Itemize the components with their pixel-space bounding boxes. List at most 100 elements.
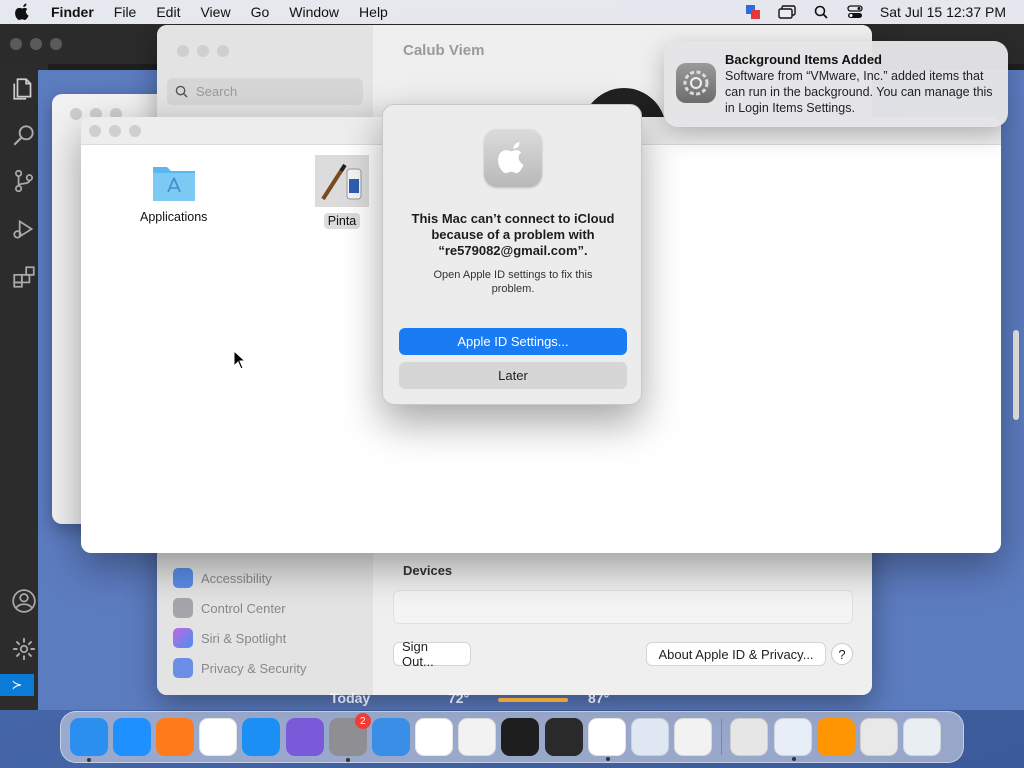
gear-icon	[676, 63, 716, 103]
window-title: Calub Viem	[403, 42, 485, 59]
help-button[interactable]: ?	[831, 643, 853, 665]
notification-banner[interactable]: Background Items Added Software from “VM…	[664, 41, 1008, 127]
menu-go[interactable]: Go	[251, 4, 270, 20]
notification-badge: 2	[354, 713, 371, 729]
low-temp: 72°	[448, 690, 470, 706]
menu-help[interactable]: Help	[359, 4, 388, 20]
chrome-icon[interactable]	[199, 718, 238, 756]
devices-list	[393, 590, 853, 624]
spotlight-search-icon[interactable]	[812, 4, 830, 20]
menubar-clock[interactable]: Sat Jul 15 12:37 PM	[880, 4, 1006, 20]
console-icon[interactable]	[544, 718, 583, 756]
zoom-button[interactable]	[217, 45, 229, 57]
sidebar-item-privacy-security[interactable]: Privacy & Security	[173, 658, 306, 678]
icloud-alert-dialog: This Mac can’t connect to iCloud because…	[382, 104, 642, 405]
vscode-icon[interactable]	[587, 718, 626, 761]
accessibility-icon	[173, 568, 193, 588]
control-center-icon[interactable]	[846, 4, 864, 20]
zoom-button[interactable]	[50, 38, 62, 50]
sidebar-item-siri-spotlight[interactable]: Siri & Spotlight	[173, 628, 286, 648]
apple-menu-icon[interactable]	[15, 1, 37, 23]
sidebar-item-label: Accessibility	[201, 570, 272, 586]
search-field[interactable]: Search	[167, 78, 363, 105]
vmware-status-icon[interactable]	[744, 4, 762, 20]
source-control-icon[interactable]	[11, 168, 37, 194]
running-indicator	[345, 758, 350, 762]
minimize-button[interactable]	[197, 45, 209, 57]
extensions-icon[interactable]	[11, 264, 37, 290]
weather-icon[interactable]	[371, 718, 410, 756]
sidebar-item-label: Siri & Spotlight	[201, 630, 287, 646]
file-label: Pinta	[323, 213, 361, 229]
high-temp: 87°	[588, 690, 610, 706]
close-button[interactable]	[89, 125, 101, 137]
books-icon[interactable]	[816, 718, 855, 756]
menu-window[interactable]: Window	[289, 4, 339, 20]
file-pinta[interactable]: Pinta	[315, 155, 369, 229]
alert-message: Open Apple ID settings to fix this probl…	[433, 269, 593, 295]
terminal-icon[interactable]	[501, 718, 540, 756]
screen-mirroring-icon[interactable]	[778, 4, 796, 20]
notification-body: Software from “VMware, Inc.” added items…	[725, 69, 993, 115]
devices-heading: Devices	[403, 563, 453, 578]
search-icon[interactable]	[11, 122, 37, 148]
finder-traffic-lights	[89, 125, 141, 137]
firefox-icon[interactable]	[155, 718, 194, 756]
file-label: Applications	[140, 210, 208, 224]
apple-id-settings-button[interactable]: Apple ID Settings...	[399, 328, 627, 355]
about-apple-id-button[interactable]: About Apple ID & Privacy...	[646, 642, 826, 666]
close-button[interactable]	[177, 45, 189, 57]
minimize-button[interactable]	[30, 38, 42, 50]
sidebar-item-control-center[interactable]: Control Center	[173, 598, 286, 618]
account-icon[interactable]	[11, 588, 37, 614]
scrollbar[interactable]	[1013, 330, 1019, 420]
apple-logo-icon	[484, 129, 542, 187]
textedit-icon[interactable]	[458, 718, 497, 756]
running-indicator	[791, 757, 796, 761]
trash-icon[interactable]	[903, 718, 942, 756]
search-placeholder: Search	[196, 84, 238, 99]
menubar-status-area: Sat Jul 15 12:37 PM	[744, 0, 1006, 24]
preview-icon[interactable]	[631, 718, 670, 756]
later-button[interactable]: Later	[399, 362, 627, 389]
dock: 2	[60, 711, 964, 763]
remote-indicator[interactable]: ≻	[0, 674, 34, 696]
safari-icon[interactable]	[112, 718, 151, 756]
menu-file[interactable]: File	[114, 4, 137, 20]
pinta-app-icon	[315, 155, 369, 207]
running-indicator	[86, 758, 91, 762]
purple-app-icon[interactable]	[285, 718, 324, 756]
manage-gear-icon[interactable]	[11, 636, 37, 662]
sidebar-item-label: Privacy & Security	[201, 660, 307, 676]
mouse-cursor-icon	[233, 350, 247, 370]
finder-icon[interactable]	[69, 718, 108, 762]
sidebar-item-accessibility[interactable]: Accessibility	[173, 568, 272, 588]
close-button[interactable]	[10, 38, 22, 50]
sign-out-button[interactable]: Sign Out...	[393, 639, 471, 669]
hand-icon	[173, 658, 193, 678]
zoom-button[interactable]	[129, 125, 141, 137]
search-icon	[175, 85, 188, 98]
explorer-icon[interactable]	[11, 76, 37, 102]
dock-separator	[720, 719, 722, 755]
launchpad-icon[interactable]	[674, 718, 713, 756]
menu-view[interactable]: View	[200, 4, 230, 20]
app-store-icon[interactable]	[242, 718, 281, 756]
minimize-button[interactable]	[109, 125, 121, 137]
weather-widget: Today 72° 87°	[318, 690, 918, 710]
file-applications[interactable]: Applications	[136, 161, 211, 225]
vscode-traffic-lights	[10, 38, 62, 50]
notification-title: Background Items Added	[725, 52, 882, 67]
menu-finder[interactable]: Finder	[51, 4, 94, 20]
calculator-icon[interactable]	[730, 718, 769, 756]
menu-edit[interactable]: Edit	[156, 4, 180, 20]
alert-title: This Mac can’t connect to iCloud because…	[411, 211, 615, 258]
visual-studio-icon[interactable]	[415, 718, 454, 756]
vmware-icon[interactable]	[773, 718, 812, 761]
settings-icon[interactable]: 2	[328, 713, 371, 762]
temp-range-bar	[498, 698, 568, 702]
widget-today-label: Today	[330, 690, 371, 706]
pinta-app-icon[interactable]	[859, 718, 898, 756]
siri-icon	[173, 628, 193, 648]
run-debug-icon[interactable]	[11, 216, 37, 242]
